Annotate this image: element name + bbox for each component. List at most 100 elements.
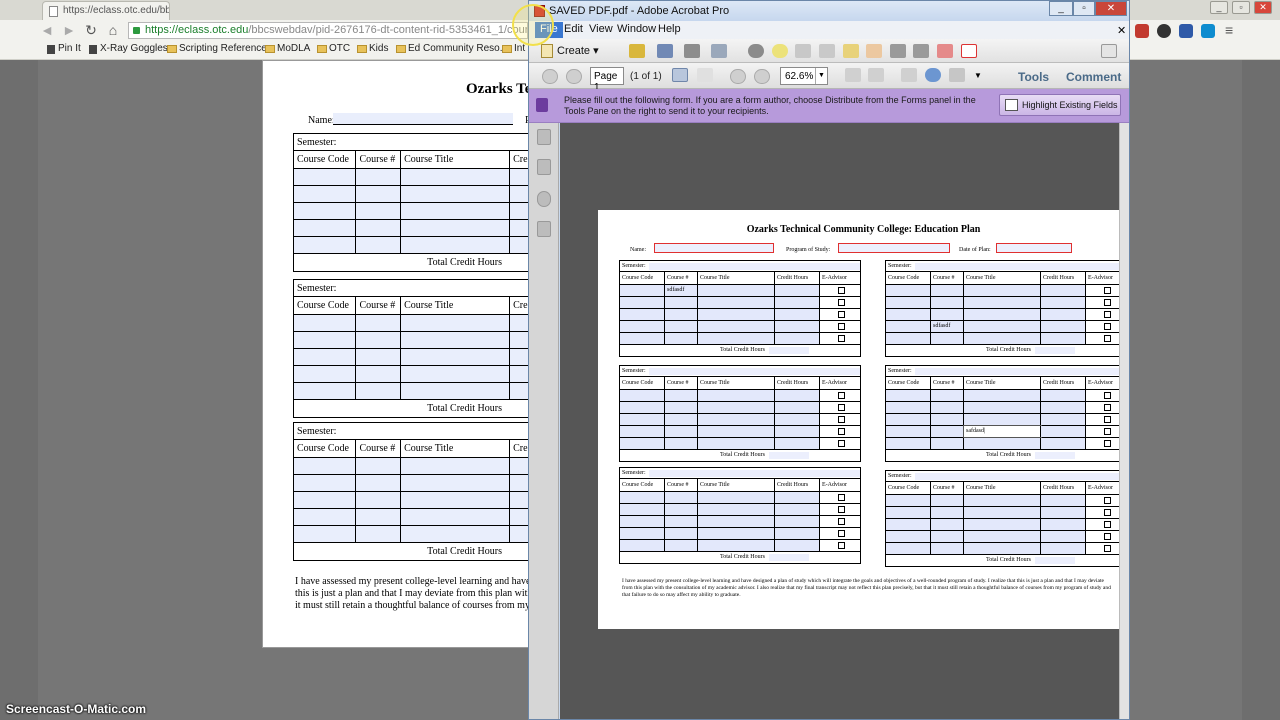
eadvisor-checkbox[interactable]	[1103, 521, 1111, 528]
forward-arrow-icon[interactable]: ►	[60, 21, 78, 39]
eadvisor-checkbox[interactable]	[837, 335, 845, 342]
table-row[interactable]	[620, 528, 860, 540]
eadvisor-checkbox[interactable]	[1103, 323, 1111, 330]
eadvisor-checkbox[interactable]	[837, 392, 845, 399]
maximize-icon[interactable]: ▫	[1232, 1, 1250, 14]
bookmark-item[interactable]: Pin It	[46, 43, 81, 58]
table-row[interactable]	[294, 237, 529, 254]
table-row[interactable]	[886, 333, 1126, 345]
back-arrow-icon[interactable]: ◄	[38, 21, 56, 39]
table-row[interactable]	[886, 519, 1126, 531]
eadvisor-checkbox[interactable]	[1103, 533, 1111, 540]
close-document-icon[interactable]: ✕	[1117, 24, 1126, 37]
share-icon[interactable]	[925, 68, 941, 82]
table-row[interactable]	[620, 333, 860, 345]
table-row[interactable]	[294, 492, 529, 509]
table-row[interactable]: sdfasdf	[620, 285, 860, 297]
eadvisor-checkbox[interactable]	[1103, 545, 1111, 552]
signatures-icon[interactable]	[537, 221, 551, 237]
table-row[interactable]	[886, 438, 1126, 450]
table-row[interactable]	[620, 426, 860, 438]
total-credit-field[interactable]	[768, 554, 809, 561]
settings-gear-icon[interactable]	[748, 44, 764, 58]
tool-icon[interactable]	[949, 68, 965, 82]
chevron-down-icon[interactable]: ▼	[815, 68, 827, 84]
vertical-scrollbar[interactable]	[1119, 123, 1129, 719]
table-row[interactable]	[294, 186, 529, 203]
course-number-field[interactable]: sdfasdf	[665, 285, 698, 296]
comment-pane-button[interactable]: Comment	[1066, 70, 1121, 84]
eadvisor-checkbox[interactable]	[837, 404, 845, 411]
create-button[interactable]: Create ▾	[539, 42, 599, 60]
eadvisor-checkbox[interactable]	[1103, 404, 1111, 411]
table-row[interactable]	[620, 516, 860, 528]
table-row[interactable]	[294, 315, 529, 332]
address-bar[interactable]: https://eclass.otc.edu/bbcswebdav/pid-26…	[128, 22, 528, 39]
table-row[interactable]: sdfasdf	[886, 321, 1126, 333]
table-row[interactable]	[294, 203, 529, 220]
program-field[interactable]	[838, 243, 950, 253]
table-row[interactable]: safdasd|	[886, 425, 1126, 438]
semester-field[interactable]	[648, 470, 860, 477]
total-credit-field[interactable]	[768, 452, 809, 459]
eadvisor-checkbox[interactable]	[837, 518, 845, 525]
semester-field[interactable]	[914, 368, 1126, 375]
table-row[interactable]	[886, 507, 1126, 519]
eadvisor-checkbox[interactable]	[837, 416, 845, 423]
eadvisor-checkbox[interactable]	[837, 542, 845, 549]
table-row[interactable]	[620, 402, 860, 414]
maximize-icon[interactable]: ▫	[1073, 1, 1095, 16]
reload-icon[interactable]: ↻	[82, 21, 100, 39]
extension-icon-2[interactable]	[1157, 24, 1171, 38]
table-row[interactable]	[294, 169, 529, 186]
total-credit-field[interactable]	[1034, 452, 1075, 459]
bookmark-folder[interactable]: OTC	[317, 43, 350, 58]
table-row[interactable]	[620, 321, 860, 333]
eadvisor-checkbox[interactable]	[1103, 509, 1111, 516]
read-mode-icon[interactable]	[901, 68, 917, 82]
table-row[interactable]	[620, 504, 860, 516]
table-row[interactable]	[886, 543, 1126, 555]
toolbar-dropdown-icon[interactable]: ▼	[974, 71, 982, 80]
table-row[interactable]	[886, 297, 1126, 309]
table-row[interactable]	[294, 458, 529, 475]
eadvisor-checkbox[interactable]	[1103, 428, 1111, 435]
name-field[interactable]	[654, 243, 774, 253]
eadvisor-checkbox[interactable]	[837, 299, 845, 306]
table-row[interactable]	[620, 438, 860, 450]
table-row[interactable]	[886, 285, 1126, 297]
eadvisor-checkbox[interactable]	[1103, 440, 1111, 447]
bookmark-item[interactable]: X-Ray Goggles	[88, 43, 168, 58]
eadvisor-checkbox[interactable]	[837, 506, 845, 513]
table-row[interactable]	[294, 220, 529, 237]
table-row[interactable]	[886, 402, 1126, 414]
highlight-icon[interactable]	[795, 44, 811, 58]
eadvisor-checkbox[interactable]	[1103, 497, 1111, 504]
table-row[interactable]	[620, 297, 860, 309]
course-title-field-active[interactable]: safdasd|	[963, 425, 1042, 438]
tools-pane-button[interactable]: Tools	[1018, 70, 1049, 84]
eadvisor-checkbox[interactable]	[1103, 299, 1111, 306]
save-icon[interactable]	[657, 44, 673, 58]
course-number-field[interactable]: sdfasdf	[931, 321, 964, 332]
semester-field[interactable]	[648, 368, 860, 375]
eadvisor-checkbox[interactable]	[837, 287, 845, 294]
page-number-input[interactable]: Page 1	[590, 67, 624, 93]
eadvisor-checkbox[interactable]	[837, 428, 845, 435]
next-page-icon[interactable]	[566, 69, 582, 84]
table-row[interactable]	[294, 475, 529, 492]
semester-field[interactable]	[914, 473, 1126, 480]
close-icon[interactable]: ✕	[1095, 1, 1127, 16]
menu-icon[interactable]: ≡	[1225, 22, 1233, 38]
eadvisor-checkbox[interactable]	[1103, 335, 1111, 342]
zoom-out-icon[interactable]	[730, 69, 746, 84]
table-row[interactable]	[294, 383, 529, 400]
total-credit-field[interactable]	[768, 347, 809, 354]
attachments-icon[interactable]	[537, 191, 551, 207]
bookmark-folder[interactable]: MoDLA	[265, 43, 310, 58]
table-row[interactable]	[886, 309, 1126, 321]
bookmark-folder[interactable]: Scripting Reference	[167, 43, 267, 58]
comment-icon[interactable]	[772, 44, 788, 58]
table-row[interactable]	[294, 509, 529, 526]
table-row[interactable]	[620, 309, 860, 321]
